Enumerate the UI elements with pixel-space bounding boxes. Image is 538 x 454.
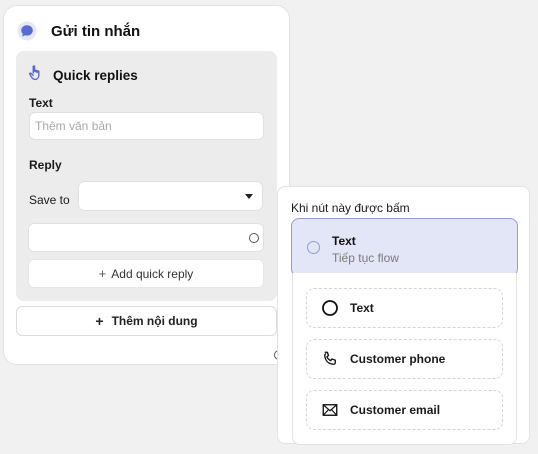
circle-icon [320, 298, 340, 318]
plus-icon: + [95, 313, 104, 329]
option-customer-email[interactable]: Customer email [306, 390, 503, 430]
card-header: Gửi tin nhắn [16, 20, 140, 42]
connection-handle-icon[interactable] [249, 233, 259, 243]
quick-replies-header: Quick replies [28, 64, 138, 86]
quick-replies-section: Quick replies Text Thêm văn bản Reply Sa… [16, 51, 277, 301]
save-to-select[interactable] [78, 181, 263, 211]
phone-icon [320, 349, 340, 369]
radio-icon [307, 241, 320, 254]
text-input-placeholder: Thêm văn bản [35, 119, 112, 133]
option-label: Customer phone [350, 352, 446, 366]
popup-title: Khi nút này được bấm [291, 201, 410, 215]
add-quick-reply-label: Add quick reply [111, 266, 194, 281]
reply-button-input[interactable] [28, 223, 264, 252]
selected-action-title: Text [332, 234, 356, 248]
option-text[interactable]: Text [306, 288, 503, 328]
save-to-label: Save to [29, 193, 70, 207]
selected-action-option[interactable]: Text Tiếp tục flow [291, 218, 518, 277]
option-label: Customer email [350, 403, 441, 417]
selected-action-subtitle: Tiếp tục flow [332, 251, 399, 265]
send-message-card: Gửi tin nhắn Quick replies Text Thêm văn… [3, 5, 290, 365]
option-label: Text [350, 301, 374, 315]
reply-label: Reply [29, 158, 62, 172]
action-options-list: Text Customer phone Customer email [292, 273, 517, 445]
option-customer-phone[interactable]: Customer phone [306, 339, 503, 379]
email-icon [320, 400, 340, 420]
hand-pointer-icon [28, 64, 44, 86]
add-content-button[interactable]: + Thêm nội dung [16, 306, 277, 336]
text-label: Text [29, 96, 53, 110]
button-action-popup: Khi nút này được bấm Text Tiếp tục flow … [277, 186, 530, 445]
add-quick-reply-button[interactable]: + Add quick reply [28, 259, 264, 288]
plus-icon: + [98, 266, 107, 281]
add-content-label: Thêm nội dung [111, 314, 198, 328]
message-icon [16, 20, 38, 42]
chevron-down-icon [245, 194, 253, 199]
quick-replies-title: Quick replies [53, 67, 138, 83]
text-input[interactable]: Thêm văn bản [29, 112, 264, 140]
card-title: Gửi tin nhắn [51, 22, 141, 40]
